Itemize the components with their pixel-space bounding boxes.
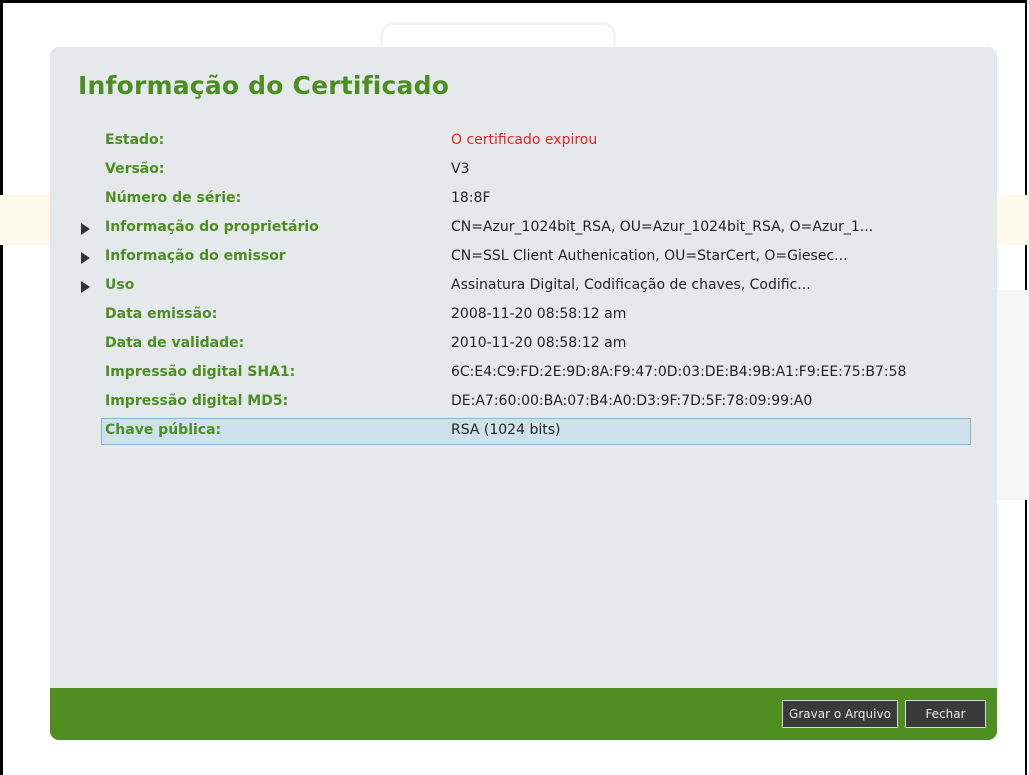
row-value: 18:8F bbox=[451, 190, 491, 206]
row-label: Chave pública: bbox=[105, 422, 222, 438]
row-value: 2008-11-20 08:58:12 am bbox=[451, 306, 627, 322]
row-label: Data emissão: bbox=[105, 306, 218, 322]
row-status[interactable]: Estado: O certificado expirou bbox=[101, 128, 971, 155]
expand-arrow-icon[interactable] bbox=[81, 223, 90, 235]
row-public-key[interactable]: Chave pública: RSA (1024 bits) bbox=[101, 418, 971, 445]
row-owner-info[interactable]: Informação do proprietário CN=Azur_1024b… bbox=[81, 215, 971, 242]
save-file-button[interactable]: Gravar o Arquivo bbox=[782, 700, 898, 728]
row-value: RSA (1024 bits) bbox=[451, 422, 561, 438]
row-label: Informação do emissor bbox=[105, 248, 286, 264]
dialog-footer: Gravar o Arquivo Fechar bbox=[50, 688, 997, 740]
certificate-info-dialog: Informação do Certificado Estado: O cert… bbox=[50, 47, 997, 740]
expand-arrow-icon[interactable] bbox=[81, 252, 90, 264]
row-value-status: O certificado expirou bbox=[451, 132, 598, 148]
row-value: V3 bbox=[451, 161, 470, 177]
row-label: Data de validade: bbox=[105, 335, 245, 351]
row-serial-number[interactable]: Número de série: 18:8F bbox=[101, 186, 971, 213]
row-sha1-fingerprint[interactable]: Impressão digital SHA1: 6C:E4:C9:FD:2E:9… bbox=[101, 360, 971, 387]
row-issuer-info[interactable]: Informação do emissor CN=SSL Client Auth… bbox=[81, 244, 971, 271]
row-label: Número de série: bbox=[105, 190, 242, 206]
row-expiry-date[interactable]: Data de validade: 2010-11-20 08:58:12 am bbox=[101, 331, 971, 358]
row-label: Versão: bbox=[105, 161, 165, 177]
row-issue-date[interactable]: Data emissão: 2008-11-20 08:58:12 am bbox=[101, 302, 971, 329]
row-label: Estado: bbox=[105, 132, 165, 148]
row-value: 2010-11-20 08:58:12 am bbox=[451, 335, 627, 351]
row-value: CN=SSL Client Authenication, OU=StarCert… bbox=[451, 248, 848, 264]
row-label: Informação do proprietário bbox=[105, 219, 319, 235]
background-panel bbox=[997, 290, 1029, 500]
row-version[interactable]: Versão: V3 bbox=[101, 157, 971, 184]
row-value: 6C:E4:C9:FD:2E:9D:8A:F9:47:0D:03:DE:B4:9… bbox=[451, 364, 907, 380]
row-value: Assinatura Digital, Codificação de chave… bbox=[451, 277, 811, 293]
row-label: Uso bbox=[105, 277, 135, 293]
row-label: Impressão digital SHA1: bbox=[105, 364, 296, 380]
close-button[interactable]: Fechar bbox=[905, 700, 986, 728]
row-usage[interactable]: Uso Assinatura Digital, Codificação de c… bbox=[81, 273, 971, 300]
dialog-title: Informação do Certificado bbox=[78, 71, 450, 100]
expand-arrow-icon[interactable] bbox=[81, 281, 90, 293]
row-value: CN=Azur_1024bit_RSA, OU=Azur_1024bit_RSA… bbox=[451, 219, 874, 235]
row-md5-fingerprint[interactable]: Impressão digital MD5: DE:A7:60:00:BA:07… bbox=[101, 389, 971, 416]
row-value: DE:A7:60:00:BA:07:B4:A0:D3:9F:7D:5F:78:0… bbox=[451, 393, 813, 409]
row-label: Impressão digital MD5: bbox=[105, 393, 289, 409]
